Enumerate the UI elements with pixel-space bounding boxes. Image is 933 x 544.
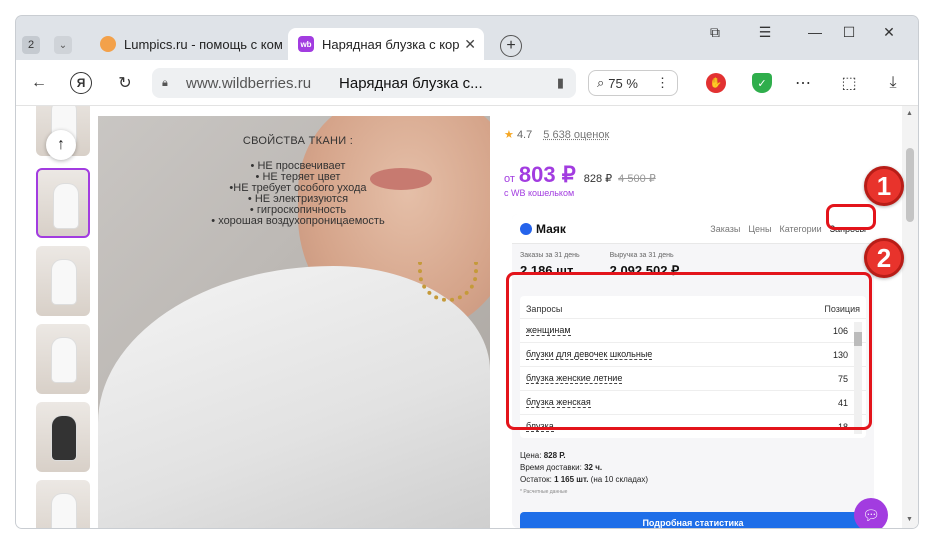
fabric-properties: СВОЙСТВА ТКАНИ : • НЕ просвечивает • НЕ … <box>198 136 398 227</box>
address-page-title: Нарядная блузка с... <box>339 74 483 92</box>
navigation-bar: ← Я ↻ 🔒︎ www.wildberries.ru Нарядная блу… <box>16 60 918 106</box>
tab-categories[interactable]: Категории <box>779 224 821 234</box>
close-icon[interactable]: ✕ <box>464 36 476 53</box>
tab-menu-icon[interactable]: ☰ <box>750 24 780 41</box>
yandex-button[interactable]: Я <box>70 72 92 94</box>
delivery-label: Время доставки: <box>520 463 582 472</box>
back-arrow-icon[interactable]: ← <box>28 72 50 94</box>
star-icon: ★ <box>504 129 514 141</box>
thumbnail-figure <box>52 416 76 460</box>
thumbnail-figure <box>52 338 76 382</box>
more-horizontal-icon[interactable]: ⋯ <box>792 72 814 94</box>
stock-label: Остаток: <box>520 475 552 484</box>
price-regular: 828 ₽ <box>583 173 613 185</box>
address-domain: www.wildberries.ru <box>186 74 312 92</box>
adblock-extension-icon[interactable]: ✋ <box>706 73 726 93</box>
price-block: от 803 ₽ 828 ₽ 4 500 ₽ <box>504 162 656 188</box>
rating: ★ 4.7 5 638 оценок <box>504 128 609 141</box>
scroll-down-icon[interactable]: ▼ <box>906 516 913 523</box>
download-icon[interactable]: ⤓ <box>882 72 904 94</box>
thumbnail-figure <box>52 494 76 528</box>
price-label: Цена: <box>520 451 542 460</box>
arrow-up-icon[interactable]: ↑ <box>46 130 76 160</box>
chat-icon[interactable]: 💬︎ <box>854 498 888 528</box>
lumpics-favicon-icon <box>100 36 116 52</box>
mayak-header: Маяк Заказы Цены Категории Запросы <box>512 214 874 244</box>
price-old: 4 500 ₽ <box>618 173 656 185</box>
annotation-marker-2: 2 <box>864 238 904 278</box>
revenue-label: Выручка за 31 день <box>609 252 674 259</box>
tab-lumpics[interactable]: Lumpics.ru - помощь с ком <box>90 28 286 60</box>
tab-counter[interactable]: 2 ⌄ <box>22 34 72 56</box>
wallet-note[interactable]: с WB кошельком <box>504 188 574 198</box>
tab-wildberries[interactable]: wb Нарядная блузка с кор ✕ <box>288 28 484 60</box>
zoom-control[interactable]: ⌕ 75 % ⋮ <box>588 70 678 96</box>
thumbnail[interactable] <box>36 324 90 394</box>
page-scroll-thumb[interactable] <box>906 148 914 222</box>
maximize-icon[interactable]: ☐ <box>834 24 864 41</box>
tab-count-badge[interactable]: 2 <box>22 36 40 54</box>
estimate-note: * Расчетные данные <box>520 489 568 495</box>
lock-icon[interactable]: 🔒︎ <box>162 77 174 89</box>
more-vertical-icon[interactable]: ⋮ <box>656 75 669 91</box>
close-window-icon[interactable]: ✕ <box>874 24 904 41</box>
thumbnail[interactable] <box>36 480 90 528</box>
highlight-queries-tab <box>826 204 876 230</box>
mayak-logo-icon <box>520 222 532 235</box>
rating-value: 4.7 <box>516 129 533 141</box>
shield-extension-icon[interactable]: ✓ <box>752 73 772 93</box>
page-scrollbar[interactable]: ▲ ▼ <box>902 106 918 528</box>
thumbnail[interactable] <box>36 246 90 316</box>
thumbnail[interactable] <box>36 402 90 472</box>
tab-prices[interactable]: Цены <box>748 224 771 234</box>
address-bar[interactable]: 🔒︎ www.wildberries.ru Нарядная блузка с.… <box>152 68 576 98</box>
scroll-up-icon[interactable]: ▲ <box>906 110 913 117</box>
thumbnail-figure <box>54 184 78 228</box>
tab-title: Нарядная блузка с кор <box>322 36 460 52</box>
fabric-heading: СВОЙСТВА ТКАНИ : <box>242 135 354 147</box>
stock-note: (на 10 складах) <box>590 475 649 484</box>
delivery-value: 32 ч. <box>584 463 603 472</box>
product-main-image[interactable]: СВОЙСТВА ТКАНИ : • НЕ просвечивает • НЕ … <box>98 116 490 528</box>
reload-icon[interactable]: ↻ <box>114 72 136 94</box>
fabric-item: • хорошая воздухопроницаемость <box>211 215 385 227</box>
annotation-marker-1: 1 <box>864 166 904 206</box>
detailed-stats-button[interactable]: Подробная статистика <box>520 512 866 528</box>
product-details: Цена: 828 Р. Время доставки: 32 ч. Остат… <box>520 450 648 498</box>
price-from: от <box>504 173 515 185</box>
tab-orders[interactable]: Заказы <box>710 224 740 234</box>
search-icon: ⌕ <box>597 75 605 90</box>
chevron-down-icon[interactable]: ⌄ <box>54 36 72 54</box>
new-tab-button[interactable]: + <box>500 35 522 57</box>
thumbnail-figure <box>52 260 76 304</box>
extensions-icon[interactable]: ⬚ <box>838 72 860 94</box>
price-main: 803 ₽ <box>518 162 576 187</box>
zoom-level: 75 % <box>608 75 638 91</box>
tab-title: Lumpics.ru - помощь с ком <box>124 36 283 52</box>
thumbnail-selected[interactable] <box>36 168 90 238</box>
collections-icon[interactable]: ⧉ <box>700 24 730 41</box>
bookmark-icon[interactable]: ▮ <box>557 75 564 91</box>
wildberries-favicon-icon: wb <box>298 36 314 52</box>
minimize-icon[interactable]: — <box>800 24 830 40</box>
stock-value[interactable]: 1 165 шт. <box>554 475 588 484</box>
highlight-queries-table <box>506 272 872 430</box>
mayak-title: Маяк <box>536 221 566 236</box>
orders-label: Заказы за 31 день <box>520 252 580 259</box>
blouse-sleeve <box>98 266 490 528</box>
price-value: 828 Р. <box>543 451 566 460</box>
reviews-link[interactable]: 5 638 оценок <box>543 129 609 141</box>
tab-strip: 2 ⌄ Lumpics.ru - помощь с ком wb Нарядна… <box>16 16 918 60</box>
